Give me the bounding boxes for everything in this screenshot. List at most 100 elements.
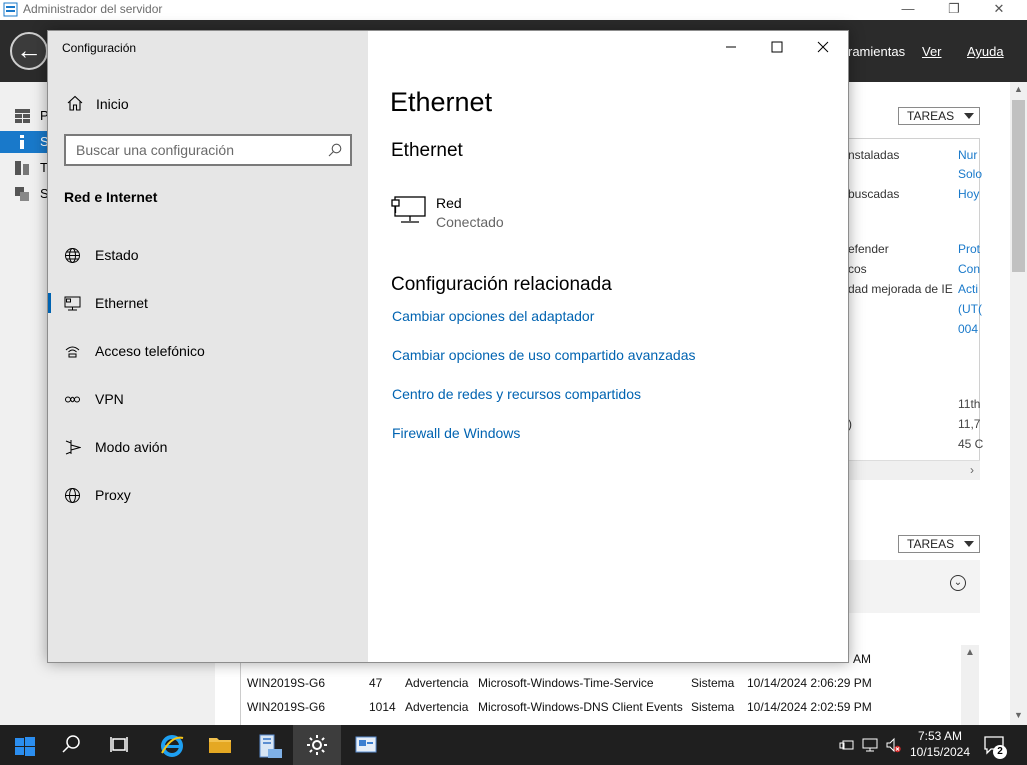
taskbar-internet-explorer[interactable] <box>147 725 195 765</box>
scroll-down-icon[interactable]: ▼ <box>1014 710 1023 720</box>
clock-time: 7:53 AM <box>917 729 963 743</box>
scroll-up-icon[interactable]: ▲ <box>1014 84 1023 94</box>
network-connection-item[interactable]: Red Conectado <box>391 191 691 235</box>
selection-indicator <box>48 293 51 313</box>
home-nav-item[interactable]: Inicio <box>64 93 354 117</box>
prop-value-link[interactable]: Solo <box>958 167 982 181</box>
close-icon <box>817 41 829 53</box>
storage-icon <box>15 187 29 201</box>
prop-label: buscadas <box>848 187 900 201</box>
tasks-dropdown-events[interactable]: TAREAS <box>898 535 980 553</box>
tray-network-icon[interactable] <box>862 737 878 753</box>
server-manager-app-icon <box>3 2 18 17</box>
search-icon[interactable] <box>328 143 342 157</box>
minimize-button[interactable] <box>708 36 754 58</box>
prop-value: 11,7 <box>958 417 981 431</box>
taskbar-search-button[interactable] <box>48 725 96 765</box>
vpn-icon <box>65 396 80 403</box>
search-placeholder: Buscar una configuración <box>76 142 234 158</box>
prop-value-link[interactable]: Acti <box>958 282 978 296</box>
internet-explorer-icon <box>161 735 184 757</box>
home-icon <box>67 95 83 111</box>
server-manager-titlebar: Administrador del servidor — ❐ ✕ <box>0 0 1027 20</box>
taskbar-clock[interactable]: 7:53 AM 10/15/2024 <box>905 728 975 760</box>
network-adapter-icon <box>391 196 426 223</box>
prop-value-link[interactable]: 004 <box>958 322 978 336</box>
tray-volume-muted-icon[interactable] <box>885 737 901 753</box>
airplane-icon <box>65 440 81 455</box>
taskbar-server-manager[interactable] <box>244 725 292 765</box>
menu-tools[interactable]: ramientas <box>848 44 905 59</box>
proxy-globe-icon <box>65 488 80 503</box>
prop-value-link[interactable]: Con <box>958 262 980 276</box>
network-connections-icon <box>355 736 377 753</box>
sm-restore-button[interactable]: ❐ <box>931 0 977 20</box>
gear-icon <box>307 735 327 755</box>
dashboard-icon <box>15 109 30 123</box>
link-windows-firewall[interactable]: Firewall de Windows <box>392 425 520 441</box>
prop-value: 11th <box>958 397 981 411</box>
settings-search-input[interactable]: Buscar una configuración <box>64 134 352 166</box>
table-row[interactable]: WIN2019S-G6 1014 Advertencia Microsoft-W… <box>241 695 961 719</box>
prop-label: efender <box>848 242 889 256</box>
taskbar-file-explorer[interactable] <box>195 725 243 765</box>
sm-close-button[interactable]: ✕ <box>976 0 1022 20</box>
prop-value-link[interactable]: Hoy <box>958 187 979 201</box>
settings-window: Configuración Inicio Buscar una configur… <box>47 30 849 663</box>
clock-date: 10/15/2024 <box>909 745 971 759</box>
related-settings-title: Configuración relacionada <box>391 274 612 295</box>
settings-app-title: Configuración <box>62 41 137 55</box>
table-row[interactable]: WIN2019S-G6 47 Advertencia Microsoft-Win… <box>241 671 961 695</box>
windows-logo-icon <box>15 737 35 756</box>
scroll-right-icon[interactable]: › <box>970 463 974 477</box>
nav-item-proxy[interactable]: Proxy <box>48 479 368 511</box>
dialup-icon <box>65 346 80 358</box>
settings-sidebar: Configuración Inicio Buscar una configur… <box>48 31 368 662</box>
sm-minimize-button[interactable]: — <box>885 0 931 20</box>
properties-hscroll[interactable]: › <box>848 460 980 480</box>
prop-value: 45 C <box>958 437 984 451</box>
network-name: Red <box>436 195 462 211</box>
tasks-dropdown-top[interactable]: TAREAS <box>898 107 980 125</box>
info-icon <box>20 135 24 149</box>
servers-icon <box>15 161 29 175</box>
events-vscroll[interactable]: ▲ <box>961 645 979 725</box>
nav-item-estado[interactable]: Estado <box>48 239 368 271</box>
link-advanced-sharing-options[interactable]: Cambiar opciones de uso compartido avanz… <box>392 347 696 363</box>
scroll-up-icon[interactable]: ▲ <box>965 647 975 658</box>
link-network-sharing-center[interactable]: Centro de redes y recursos compartidos <box>392 386 641 402</box>
dropdown-arrow-icon <box>964 113 974 119</box>
taskbar: 7:53 AM 10/15/2024 2 <box>0 725 1027 765</box>
globe-icon <box>65 248 80 263</box>
task-view-icon <box>110 737 128 752</box>
start-button[interactable] <box>0 725 48 765</box>
prop-label: cos <box>848 262 867 276</box>
search-icon <box>62 735 80 753</box>
taskbar-network-connections[interactable] <box>342 725 390 765</box>
maximize-button[interactable] <box>754 36 800 58</box>
prop-value-link[interactable]: Prot <box>958 242 980 256</box>
menu-view[interactable]: Ver <box>922 44 942 59</box>
settings-content: Ethernet Ethernet Red Conectado Configur… <box>368 31 848 662</box>
menu-help[interactable]: Ayuda <box>967 44 1004 59</box>
prop-value-link[interactable]: Nur <box>958 148 977 162</box>
nav-item-vpn[interactable]: VPN <box>48 383 368 415</box>
back-arrow-icon[interactable]: ← <box>10 32 48 70</box>
tray-device-icon[interactable] <box>839 737 855 753</box>
prop-value-link[interactable]: (UT( <box>958 302 982 316</box>
close-button[interactable] <box>800 36 846 58</box>
prop-label: dad mejorada de IE <box>848 282 953 296</box>
server-manager-icon <box>259 734 282 758</box>
task-view-button[interactable] <box>96 725 144 765</box>
link-change-adapter-options[interactable]: Cambiar opciones del adaptador <box>392 308 594 324</box>
network-status: Conectado <box>436 214 504 230</box>
nav-item-modo-avion[interactable]: Modo avión <box>48 431 368 463</box>
taskbar-settings[interactable] <box>293 725 341 765</box>
folder-icon <box>209 738 231 753</box>
main-vscroll-thumb[interactable] <box>1012 100 1025 272</box>
nav-item-ethernet[interactable]: Ethernet <box>48 287 368 319</box>
server-manager-title: Administrador del servidor <box>23 2 163 16</box>
maximize-icon <box>771 41 783 53</box>
chevron-down-icon[interactable]: ⌄ <box>950 575 966 591</box>
nav-item-acceso-telefonico[interactable]: Acceso telefónico <box>48 335 368 367</box>
